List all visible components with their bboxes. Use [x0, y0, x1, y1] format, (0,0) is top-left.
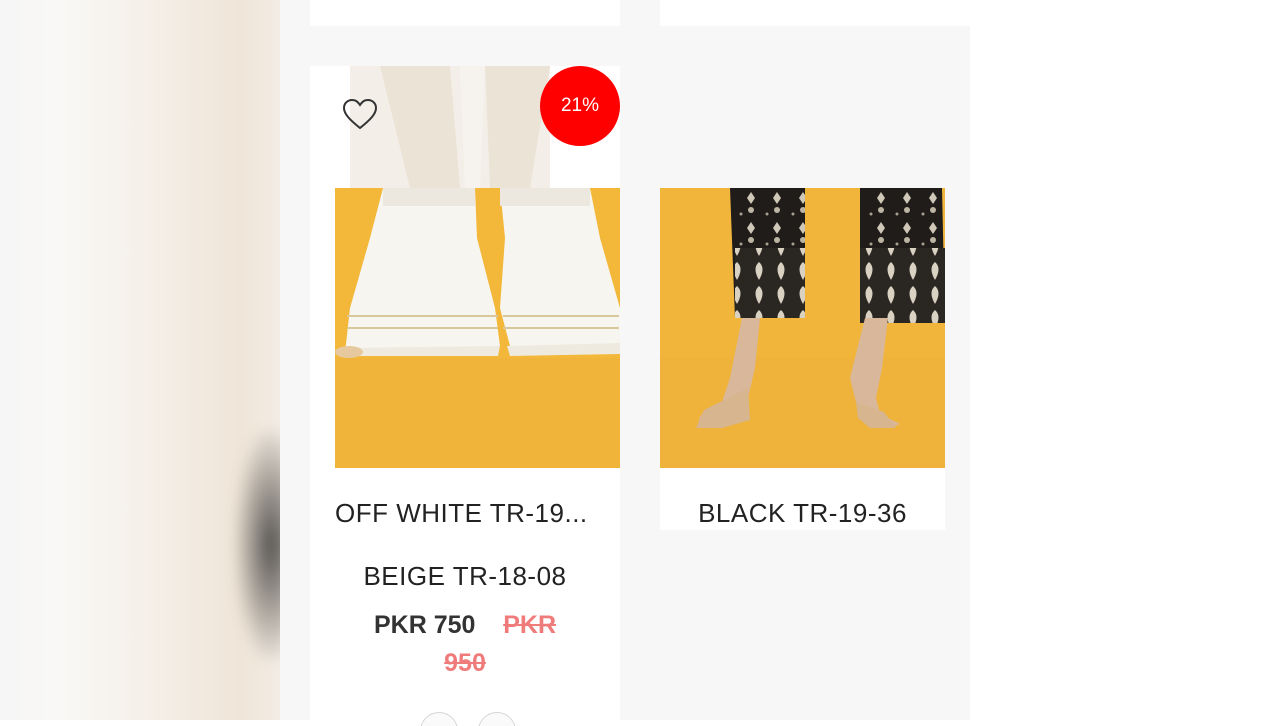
wishlist-heart-icon[interactable] [340, 96, 380, 132]
old-price-line2: 950 [444, 649, 486, 677]
blurred-backdrop-left [0, 0, 280, 720]
product-image-off-white[interactable] [335, 188, 620, 468]
product-name[interactable]: OFF WHITE TR-19... [335, 498, 620, 529]
product-card-off-white[interactable]: 21% OFF WHITE TR-19... BEIGE TR-18-08 PK… [310, 66, 620, 726]
backdrop-shadow [235, 430, 280, 660]
product-grid: 21% OFF WHITE TR-19... BEIGE TR-18-08 PK… [280, 0, 970, 726]
backdrop-right [970, 0, 1280, 720]
old-price-row: 950 [310, 644, 620, 682]
current-price: PKR 750 [373, 611, 476, 639]
price-row: PKR 750 PKR [310, 606, 620, 644]
product-card-prev-left[interactable] [310, 0, 620, 26]
product-name[interactable]: BLACK TR-19-36 [660, 498, 945, 529]
product-image-black[interactable] [660, 188, 945, 468]
color-swatch[interactable] [478, 712, 516, 726]
product-card-black[interactable]: BLACK TR-19-36 [660, 188, 945, 530]
product-name-secondary[interactable]: BEIGE TR-18-08 [310, 561, 620, 592]
product-card-prev-right[interactable] [660, 0, 970, 26]
color-swatch[interactable] [420, 712, 458, 726]
old-price-line1: PKR [503, 611, 557, 639]
discount-badge: 21% [540, 66, 620, 146]
